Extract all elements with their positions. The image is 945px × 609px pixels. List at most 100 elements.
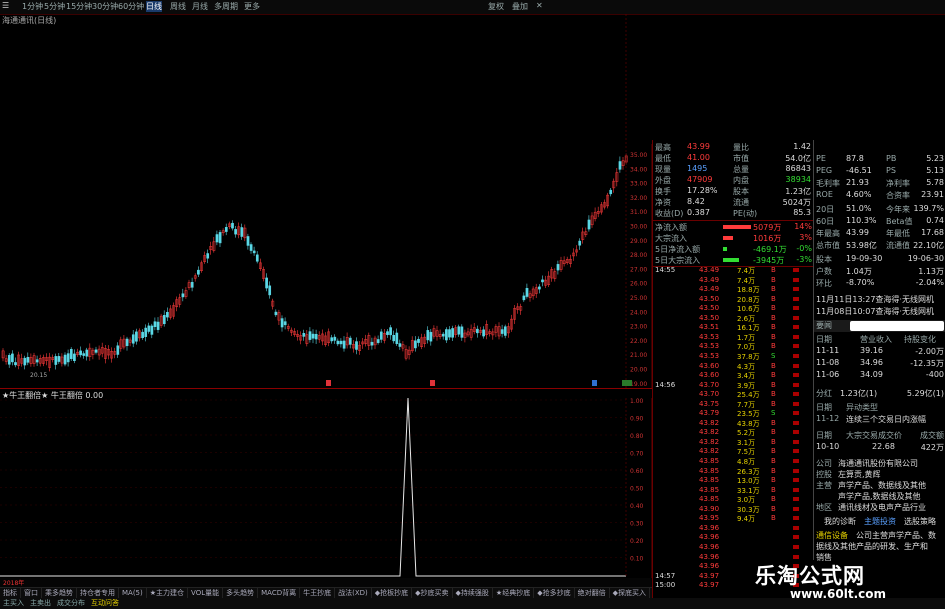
status-buy[interactable]: 主买入 — [0, 598, 27, 609]
candle-body — [166, 311, 169, 318]
tick-flag: B — [771, 294, 776, 303]
tick-price: 43.50 — [699, 313, 720, 322]
tick-bar — [793, 268, 799, 272]
candle-body — [389, 327, 392, 336]
tick-flag: B — [771, 371, 776, 380]
candle-body — [302, 333, 306, 337]
flow-pct: -3% — [796, 255, 812, 264]
f10-label: 日期 — [816, 403, 832, 412]
period-15min[interactable]: 15分钟 — [66, 1, 92, 12]
period-month[interactable]: 月线 — [192, 1, 208, 12]
candle-body — [308, 331, 312, 340]
period-week[interactable]: 周线 — [170, 1, 186, 12]
tick-price: 43.82 — [699, 447, 720, 456]
flow-value: 5079万 — [753, 223, 782, 232]
period-day[interactable]: 日线 — [146, 1, 162, 12]
low-price-label: 20.15 — [30, 372, 47, 379]
status-qa[interactable]: 互动问答 — [88, 598, 122, 609]
flow-pct: -0% — [796, 244, 812, 253]
news-item[interactable]: 11月11日13:27查海得·无线网机 — [816, 294, 944, 306]
f10-label: 控股 — [816, 470, 832, 479]
tick-row: 43.50 10.6万 B — [653, 304, 813, 313]
toolbar-icons[interactable] — [850, 321, 944, 331]
period-60min[interactable]: 60分钟 — [118, 1, 144, 12]
tick-bar — [793, 487, 799, 492]
tick-flag: B — [771, 418, 776, 427]
f10-date: 11-06 — [816, 370, 840, 379]
f10-label: 主营 — [816, 481, 832, 490]
tick-row: 43.85 13.0万 B — [653, 476, 813, 485]
tick-row: 43.82 7.5万 B — [653, 447, 813, 456]
f10-heading: 要闻 — [816, 321, 832, 330]
candle-body — [538, 286, 541, 290]
tick-bar — [793, 306, 799, 311]
tick-flag: B — [771, 361, 776, 370]
flow-bar — [723, 236, 733, 240]
candle-body — [445, 329, 448, 341]
f10-row: 11-11 39.16 -2.00万 — [816, 346, 944, 358]
candle-body — [181, 293, 185, 298]
tick-flag: B — [771, 275, 776, 284]
flow-bar — [723, 225, 751, 229]
period-multi[interactable]: 多周期 — [214, 1, 238, 12]
candlestick-chart[interactable]: 35.00 34.00 33.00 32.00 31.00 30.00 29.00 28.00… — [0, 14, 652, 390]
fuquan-button[interactable]: 复权 — [488, 1, 504, 12]
candle-body — [339, 340, 343, 345]
period-1min[interactable]: 1分钟 — [22, 1, 43, 12]
f10-value: 1.04万 — [846, 267, 872, 276]
quote-value: 8.42 — [687, 197, 705, 206]
f10-label: 总市值 — [816, 241, 840, 250]
signal-marker — [430, 380, 435, 386]
tick-bar — [793, 459, 799, 463]
candles — [1, 153, 628, 372]
status-sell[interactable]: 主卖出 — [27, 598, 54, 609]
tick-row: 43.95 9.4万 B — [653, 514, 813, 523]
tick-price: 43.85 — [699, 485, 720, 494]
f10-link[interactable]: 我的诊断 — [824, 516, 856, 527]
f10-label: 流通值 — [886, 241, 910, 250]
candle-body — [541, 279, 544, 283]
price-tick: 20.00 — [630, 367, 647, 374]
quote-value: 85.3 — [793, 208, 811, 217]
tick-flag: B — [771, 447, 776, 456]
price-tick: 30.00 — [630, 224, 647, 231]
candle-body — [609, 189, 613, 195]
menu-icon[interactable]: ☰ — [2, 1, 9, 10]
period-more[interactable]: 更多 — [244, 1, 260, 12]
period-5min[interactable]: 5分钟 — [44, 1, 65, 12]
f10-value: -8.70% — [846, 278, 875, 287]
f10-link[interactable]: 选股策略 — [904, 516, 936, 527]
tick-flag: B — [771, 485, 776, 494]
f10-intro-title: 通信设备 — [816, 531, 848, 540]
candle-body — [66, 353, 70, 363]
price-tick: 22.00 — [630, 338, 647, 345]
tick-bar — [793, 449, 799, 454]
tick-bar — [793, 277, 799, 282]
period-30min[interactable]: 30分钟 — [92, 1, 118, 12]
tick-row: 43.53 1.7万 B — [653, 333, 813, 342]
f10-link[interactable]: 主题投资 — [864, 516, 896, 527]
tick-volume: 26.3万 — [737, 467, 760, 476]
indicator-chart[interactable]: 1.00 0.90 0.80 0.70 0.60 0.50 0.40 0.30 0.20 0.10… — [0, 398, 652, 578]
news-item[interactable]: 11月08日10:07查海得·无线网机 — [816, 306, 944, 318]
f10-label: 地区 — [816, 503, 832, 512]
tick-volume: 3.4万 — [737, 372, 756, 381]
close-icon[interactable]: ✕ — [536, 1, 543, 10]
candle-body — [618, 161, 622, 170]
candle-body — [85, 349, 89, 357]
f10-row: 户数 1.04万 1.13万 — [816, 266, 944, 278]
f10-value: 34.96 — [860, 358, 883, 367]
candle-body — [268, 285, 272, 296]
tick-price: 43.49 — [699, 275, 720, 284]
f10-col: 日期 — [816, 335, 832, 344]
tick-volume: 1.7万 — [737, 333, 756, 342]
f10-row: 股本 19-09-30 19-06-30 — [816, 254, 944, 266]
indicator-tick: 0.40 — [630, 503, 644, 510]
price-tick: 28.00 — [630, 252, 647, 259]
f10-label: 净利率 — [886, 179, 910, 188]
overlay-button[interactable]: 叠加 — [512, 1, 528, 12]
quote-label: 外盘 — [655, 176, 671, 185]
quote-label: 最高 — [655, 143, 671, 152]
status-distribution[interactable]: 成交分布 — [54, 598, 88, 609]
tick-price: 43.70 — [699, 380, 720, 389]
